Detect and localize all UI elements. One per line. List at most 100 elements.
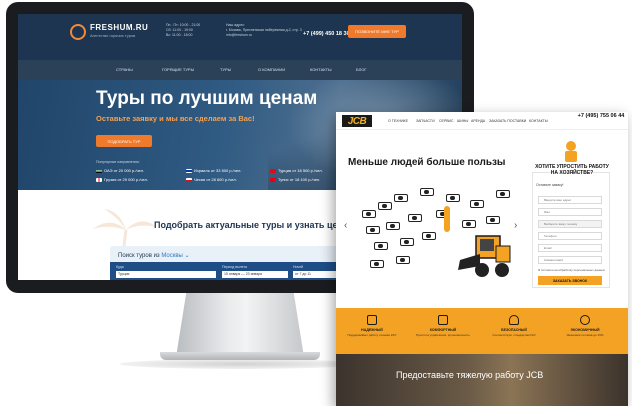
cow-icon (378, 202, 392, 210)
cow-icon (420, 188, 434, 196)
cow-icon (422, 232, 436, 240)
jcb-nav-item[interactable]: КОНТАКТЫ (529, 119, 548, 123)
worker-figure-icon (444, 206, 450, 232)
destination-link[interactable]: ОАЭ от 20 000 р./чел. (96, 168, 144, 173)
email-link[interactable]: info@freshum.ru (226, 33, 252, 37)
jcb-nav-item[interactable]: О ТЕХНИКЕ (388, 119, 408, 123)
imac-stand (176, 293, 304, 357)
hours-line: Вс: 11:00 - 18:00 (166, 33, 193, 37)
cow-icon (496, 190, 510, 198)
nav-item-about[interactable]: О КОМПАНИИ (258, 67, 285, 72)
feature-label: НАДЕЖНЫЙ (361, 328, 383, 332)
cow-icon (366, 226, 380, 234)
jcb-nav-item[interactable]: ШИНЫ (457, 119, 468, 123)
nav-item-contacts[interactable]: КОНТАКТЫ (310, 67, 332, 72)
bottom-title: Предоставьте тяжелую работу JCB (396, 370, 544, 380)
address-label: Наш адрес: (226, 23, 245, 27)
jcb-logo[interactable]: JCB (342, 115, 372, 127)
imac-shadow (120, 359, 360, 369)
flag-icon (270, 168, 276, 173)
cow-icon (462, 220, 476, 228)
jcb-header: JCB О ТЕХНИКЕ ЗАПЧАСТИ СЕРВИС ШИНЫ АРЕНД… (336, 112, 628, 130)
destination-link[interactable]: Грузия от 29 000 р./чел. (96, 177, 148, 182)
jcb-phone[interactable]: +7 (495) 755 06 44 (576, 113, 626, 120)
freshum-nav: СТРАНЫ ГОРЯЩИЕ ТУРЫ ТУРЫ О КОМПАНИИ КОНТ… (18, 60, 462, 80)
seat-icon (438, 315, 448, 325)
cow-icon (394, 194, 408, 202)
shield-icon (509, 315, 519, 325)
machine-select[interactable]: Выберите вашу технику (538, 220, 602, 228)
destination-link[interactable]: Израиль от 33 500 р./чел. (186, 168, 241, 173)
nav-item-countries[interactable]: СТРАНЫ (116, 67, 133, 72)
feature-label: БЕЗОПАСНЫЙ (501, 328, 527, 332)
slider-next-icon[interactable]: › (514, 220, 517, 231)
freshum-logo[interactable]: FRESHUM.RU (90, 23, 148, 32)
order-call-button[interactable]: ЗАКАЗАТЬ ЗВОНОК (538, 276, 602, 285)
cow-icon (470, 200, 484, 208)
cow-icon (486, 216, 500, 224)
thumbs-up-icon (367, 315, 377, 325)
search-label: Поиск туров из Москвы ⌄ (118, 253, 190, 259)
jcb-nav-item[interactable]: ЗАКАЗАТЬ ПОСТАВКИ (489, 119, 526, 123)
nav-item-blog[interactable]: БЛОГ (356, 67, 367, 72)
field-label: Период вылета (222, 265, 248, 269)
cow-icon (446, 194, 460, 202)
cow-icon (362, 210, 376, 218)
jcb-nav-item[interactable]: АРЕНДА (471, 119, 485, 123)
hours-line: Сб: 11:00 - 19:00 (166, 28, 193, 32)
nav-item-tours[interactable]: ТУРЫ (220, 67, 231, 72)
callback-button[interactable]: ПОЗВОНИТЕ МНЕ ТУР (348, 25, 406, 38)
chevron-down-icon[interactable]: ⌄ (183, 253, 190, 259)
feature-description: Поддерживает работу техники 24/7 (347, 333, 397, 337)
freshum-logo-icon (70, 24, 86, 40)
jcb-nav-item[interactable]: ЗАПЧАСТИ (416, 119, 435, 123)
city-dropdown[interactable]: Москвы (161, 253, 183, 259)
jcb-bottom-banner: Предоставьте тяжелую работу JCB (336, 354, 628, 406)
feature-description: Простота управления, эргономичность (415, 333, 471, 337)
coins-icon (580, 315, 590, 325)
cow-icon (386, 222, 400, 230)
imac-stand-base (160, 352, 320, 360)
feature-label: ЭКОНОМИЧНЫЙ (570, 328, 600, 332)
field-label: Ночей (293, 265, 304, 269)
date-range-input[interactable]: 15 января — 23 января (222, 271, 288, 278)
worker-avatar-icon (565, 141, 577, 162)
popular-destinations-label: Популярные направления: (96, 160, 140, 164)
feature-description: Экономия топлива до 15% (566, 333, 604, 337)
destination-link[interactable]: Тунис от 18 100 р./чел. (270, 177, 320, 182)
slider-prev-icon[interactable]: ‹ (344, 220, 347, 231)
freshum-phone[interactable]: +7 (499) 450 18 30 (303, 31, 350, 37)
cow-icon (370, 260, 384, 268)
field-label: Куда (116, 265, 124, 269)
destination-select[interactable]: Турция (116, 271, 216, 278)
name-input[interactable]: Имя (538, 208, 602, 216)
jcb-hero-title: Меньше людей больше пользы (348, 157, 506, 168)
address-input[interactable]: Введите ваш адрес (538, 196, 602, 204)
feature-description: Соответствует стандартам ISO (492, 333, 536, 337)
cow-icon (374, 242, 388, 250)
destination-link[interactable]: Чехия от 28 600 р./чел. (186, 177, 237, 182)
form-title: ХОТИТЕ УПРОСТИТЬ РАБОТУ НА ХОЗЯЙСТВЕ? (535, 164, 609, 176)
destination-link[interactable]: Турция от 18 500 р./чел. (270, 168, 323, 173)
jcb-nav-item[interactable]: СЕРВИС (439, 119, 454, 123)
features-strip: НАДЕЖНЫЙ Поддерживает работу техники 24/… (336, 308, 628, 354)
email-input[interactable]: Email (538, 244, 602, 252)
cow-icon (408, 214, 422, 222)
nav-item-hot-tours[interactable]: ГОРЯЩИЕ ТУРЫ (162, 67, 194, 72)
freshum-logo-subtitle: Агентство горячих туров (90, 33, 136, 38)
jcb-website: JCB О ТЕХНИКЕ ЗАПЧАСТИ СЕРВИС ШИНЫ АРЕНД… (336, 112, 628, 406)
pick-tour-button[interactable]: ПОДОБРАТЬ ТУР (96, 135, 152, 147)
flag-icon (96, 168, 102, 173)
form-subtitle: Оставьте заявку! (536, 183, 564, 187)
hero-title: Туры по лучшим ценам (96, 88, 318, 109)
consent-checkbox[interactable]: Я согласен на обработку персональных дан… (538, 268, 605, 272)
cow-icon (400, 238, 414, 246)
feature-label: КОМФОРТНЫЙ (429, 328, 457, 332)
flag-icon (186, 168, 192, 173)
comment-input[interactable]: Комментарий (538, 256, 602, 264)
hours-line: Пн - Пт: 10:00 - 21:00 (166, 23, 201, 27)
address-text: г. Москва, Пресненская набережная д.2, с… (226, 28, 302, 32)
flag-icon (270, 177, 276, 182)
skid-steer-loader-icon (458, 235, 511, 277)
phone-input[interactable]: Телефон (538, 232, 602, 240)
